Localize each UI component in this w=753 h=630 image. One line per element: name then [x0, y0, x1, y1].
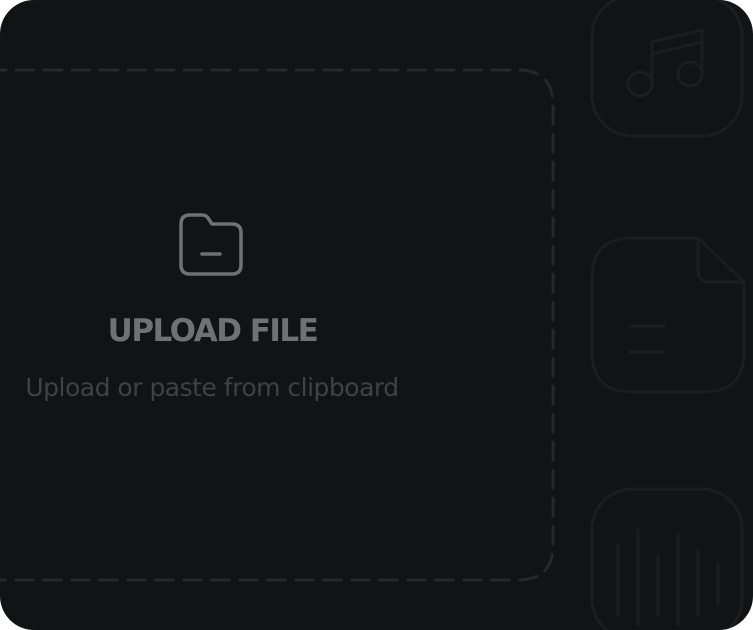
audio-waveform-icon[interactable] — [588, 485, 748, 630]
document-icon[interactable] — [588, 234, 748, 394]
upload-card: UPLOAD FILE Upload or paste from clipboa… — [0, 0, 753, 630]
folder-minus-icon — [179, 213, 243, 276]
upload-title: UPLOAD FILE — [107, 313, 319, 349]
music-note-icon[interactable] — [588, 0, 748, 142]
upload-subtitle: Upload or paste from clipboard — [25, 373, 399, 402]
